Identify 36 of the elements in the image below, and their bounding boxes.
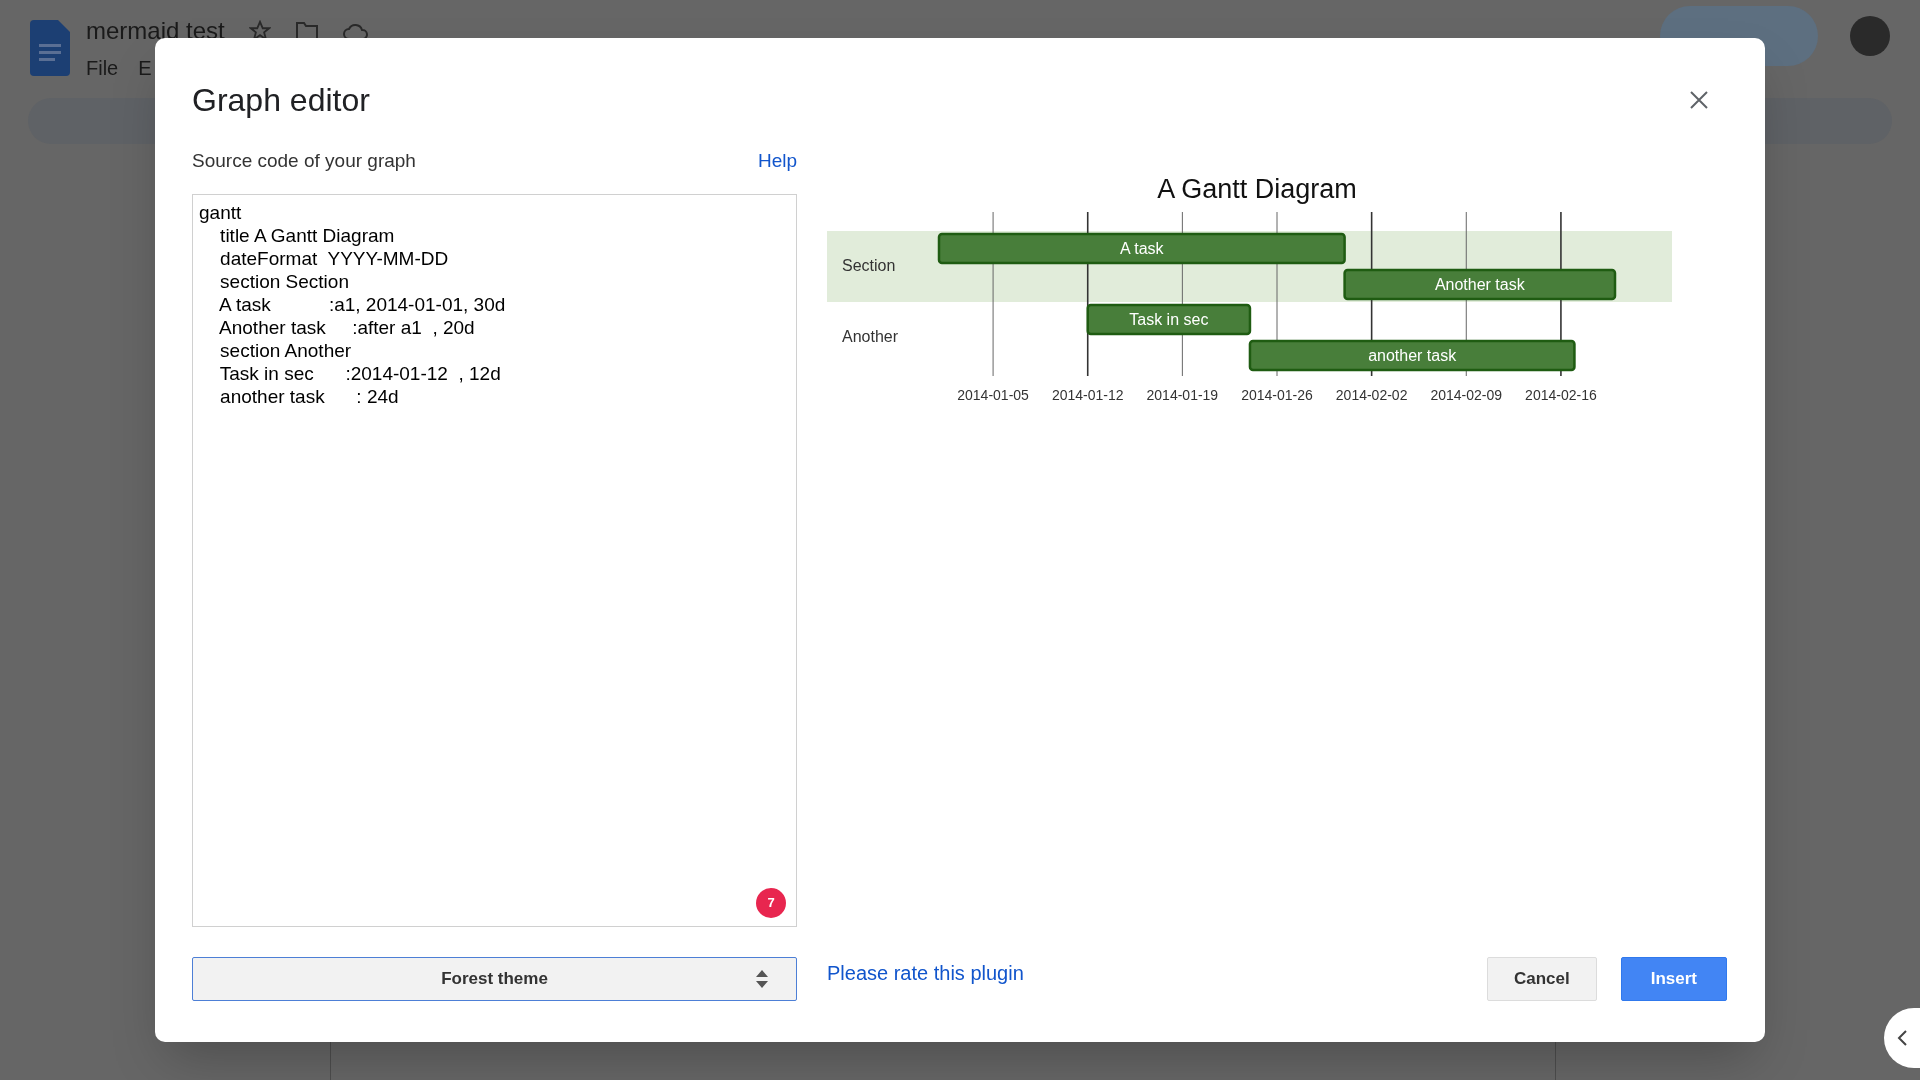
code-line: section Section (219, 270, 349, 293)
bar-label: Task in sec (1129, 311, 1209, 328)
code-line: Another task :after a1 , 20d (218, 316, 475, 339)
section-label: Another (842, 328, 899, 345)
avatar[interactable] (1850, 16, 1890, 56)
code-line: A task :a1, 2014-01-01, 30d (218, 293, 506, 316)
code-line: title A Gantt Diagram (219, 224, 395, 247)
axis-label: 2014-02-02 (1335, 387, 1408, 403)
bar-label: Another task (1434, 276, 1525, 293)
code-line: gantt (199, 201, 242, 224)
theme-select[interactable]: Forest theme (192, 957, 797, 1001)
axis-label: 2014-02-09 (1430, 387, 1503, 403)
axis-label: 2014-01-05 (957, 387, 1029, 403)
cancel-button[interactable]: Cancel (1486, 957, 1597, 1001)
axis-label: 2014-01-19 (1146, 387, 1219, 403)
chart-title: A Gantt Diagram (1157, 174, 1357, 204)
rate-plugin-link[interactable]: Please rate this plugin (827, 958, 1024, 988)
axis-label: 2014-01-26 (1241, 387, 1313, 403)
code-line: Task in sec :2014-01-12 , 12d (218, 362, 501, 385)
axis-label: 2014-02-16 (1525, 387, 1597, 403)
source-label: Source code of your graph (192, 148, 416, 173)
sort-arrows-icon (756, 970, 768, 988)
chevron-left-icon (1896, 1029, 1910, 1047)
code-editor[interactable]: gantt title A Gantt Diagram dateFormat YYYY-MM-DD section Section A task :a1, 2014-01-01, 30d Another task :after a1 , 20d section Another Task in sec :2014-01-12 , 12d another task : 24d 7 (192, 194, 797, 927)
code-line: dateFormat YYYY-MM-DD (219, 247, 449, 270)
bar-label: A task (1120, 240, 1164, 257)
insert-button[interactable]: Insert (1620, 957, 1727, 1001)
axis-label: 2014-01-12 (1051, 387, 1124, 403)
help-link[interactable]: Help (757, 146, 797, 176)
section-label: Section (842, 257, 896, 274)
issue-count-badge: 7 (756, 888, 786, 918)
dialog-title: Graph editor (192, 81, 370, 120)
code-line: section Another (219, 339, 352, 362)
close-icon (1690, 91, 1708, 109)
code-line: another task : 24d (219, 385, 399, 408)
bar-label: another task (1368, 347, 1457, 364)
